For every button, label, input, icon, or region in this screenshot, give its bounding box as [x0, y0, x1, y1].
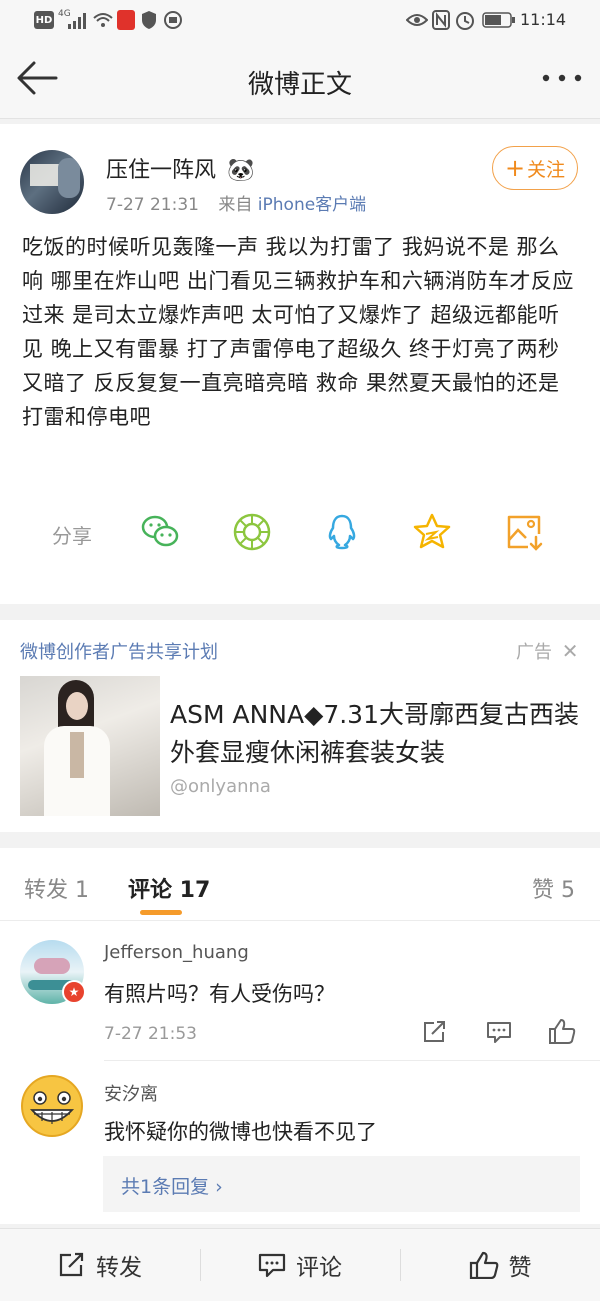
wifi-icon [93, 13, 113, 27]
tab-like[interactable]: 赞 5 [532, 872, 575, 904]
comment-avatar-grin-emoji-icon[interactable] [20, 1074, 84, 1138]
panda-emoji-icon: 🐼 [227, 158, 255, 183]
moments-icon[interactable] [232, 512, 272, 552]
battery-icon [482, 12, 515, 28]
app-notification-icon [117, 10, 135, 30]
reply-comment-icon[interactable] [486, 1020, 512, 1044]
signal-icon [68, 13, 86, 29]
ad-tag[interactable]: 广告 ✕ [516, 638, 579, 664]
comment-icon [258, 1253, 286, 1278]
thumbnail-top-decoration [70, 732, 84, 778]
hd-badge: HD [34, 11, 54, 29]
post-time: 7-27 21:31 [106, 195, 199, 215]
qq-icon[interactable] [322, 512, 362, 552]
close-icon[interactable]: ✕ [562, 639, 579, 663]
avatar-sign-decoration [30, 164, 60, 186]
comment-button[interactable]: 评论 [200, 1229, 400, 1301]
like-button[interactable]: 赞 [400, 1229, 600, 1301]
repost-icon [59, 1252, 84, 1277]
ad-handle[interactable]: @onlyanna [170, 776, 271, 797]
vip-badge-icon: ★ [62, 980, 86, 1004]
share-label: 分享 [52, 524, 92, 548]
plus-icon: + [504, 154, 526, 182]
comments-section: 转发 1 评论 17 赞 5 ★ Jefferson_huang 有照片吗？有人… [0, 848, 600, 1224]
eye-icon [406, 14, 428, 26]
post-meta: 7-27 21:31 来自 iPhone客户端 [106, 190, 366, 215]
avatar-illustration-decoration [34, 958, 70, 974]
more-dots-icon[interactable] [540, 72, 584, 84]
comment-divider [104, 1060, 600, 1061]
favorite-star-icon[interactable] [412, 512, 452, 552]
vpn-icon [164, 11, 182, 29]
ad-card[interactable]: 微博创作者广告共享计划 广告 ✕ ASM ANNA◆7.31大哥廓西复古西装外套… [0, 620, 600, 832]
post-body-text: 吃饭的时候听见轰隆一声 我以为打雷了 我妈说不是 那么响 哪里在炸山吧 出门看见… [22, 235, 574, 429]
save-image-icon[interactable] [504, 512, 544, 552]
nav-bar: 微博正文 [0, 42, 600, 119]
post-card: 压住一阵风 🐼 7-27 21:31 来自 iPhone客户端 + 关注 吃饭的… [0, 124, 600, 604]
tab-repost[interactable]: 转发 1 [24, 872, 89, 904]
ad-title: ASM ANNA◆7.31大哥廓西复古西装外套显瘦休闲裤套装女装 [170, 700, 579, 767]
page-title: 微博正文 [247, 70, 352, 100]
author-avatar[interactable] [20, 150, 84, 214]
wechat-icon[interactable] [140, 512, 180, 552]
share-comment-icon[interactable] [422, 1020, 448, 1044]
tab-active-indicator [140, 910, 182, 915]
follow-button[interactable]: + 关注 [492, 146, 578, 190]
repost-label: 转发 [96, 1255, 142, 1281]
comment-author[interactable]: Jefferson_huang [104, 942, 249, 963]
comment-text: 我怀疑你的微博也快看不见了 [104, 1120, 377, 1144]
reply-summary-link[interactable]: 共1条回复 › [121, 1172, 223, 1199]
author-username[interactable]: 压住一阵风 🐼 [106, 152, 254, 184]
tabs-divider [0, 920, 600, 921]
comment-label: 评论 [296, 1255, 342, 1281]
avatar-figure-decoration [58, 158, 80, 198]
comment-text: 有照片吗？有人受伤吗？ [104, 982, 335, 1006]
comment-time: 7-27 21:53 [104, 1024, 197, 1044]
username-text: 压住一阵风 [106, 158, 217, 183]
ad-tag-label: 广告 [516, 642, 552, 663]
status-bar: HD 4G 11:14 [0, 0, 600, 42]
comment-author[interactable]: 安汐离 [104, 1080, 158, 1106]
follow-label: 关注 [527, 158, 566, 181]
tab-comment[interactable]: 评论 17 [128, 872, 210, 904]
bottom-action-bar: 转发 评论 赞 [0, 1228, 600, 1301]
repost-button[interactable]: 转发 [0, 1229, 200, 1301]
like-label: 赞 [508, 1255, 532, 1281]
alarm-icon [456, 12, 474, 30]
post-source[interactable]: iPhone客户端 [258, 195, 366, 215]
reply-summary-box[interactable]: 共1条回复 › [103, 1156, 580, 1212]
nfc-icon [432, 10, 450, 30]
from-prefix: 来自 [218, 195, 253, 215]
ad-program-link[interactable]: 微博创作者广告共享计划 [20, 638, 218, 664]
thumbs-up-icon [469, 1251, 498, 1279]
clock-time: 11:14 [520, 10, 567, 29]
shield-icon [142, 11, 156, 29]
ad-thumbnail[interactable] [20, 676, 160, 816]
thumbnail-face-decoration [66, 692, 88, 720]
like-comment-icon[interactable] [548, 1018, 576, 1044]
